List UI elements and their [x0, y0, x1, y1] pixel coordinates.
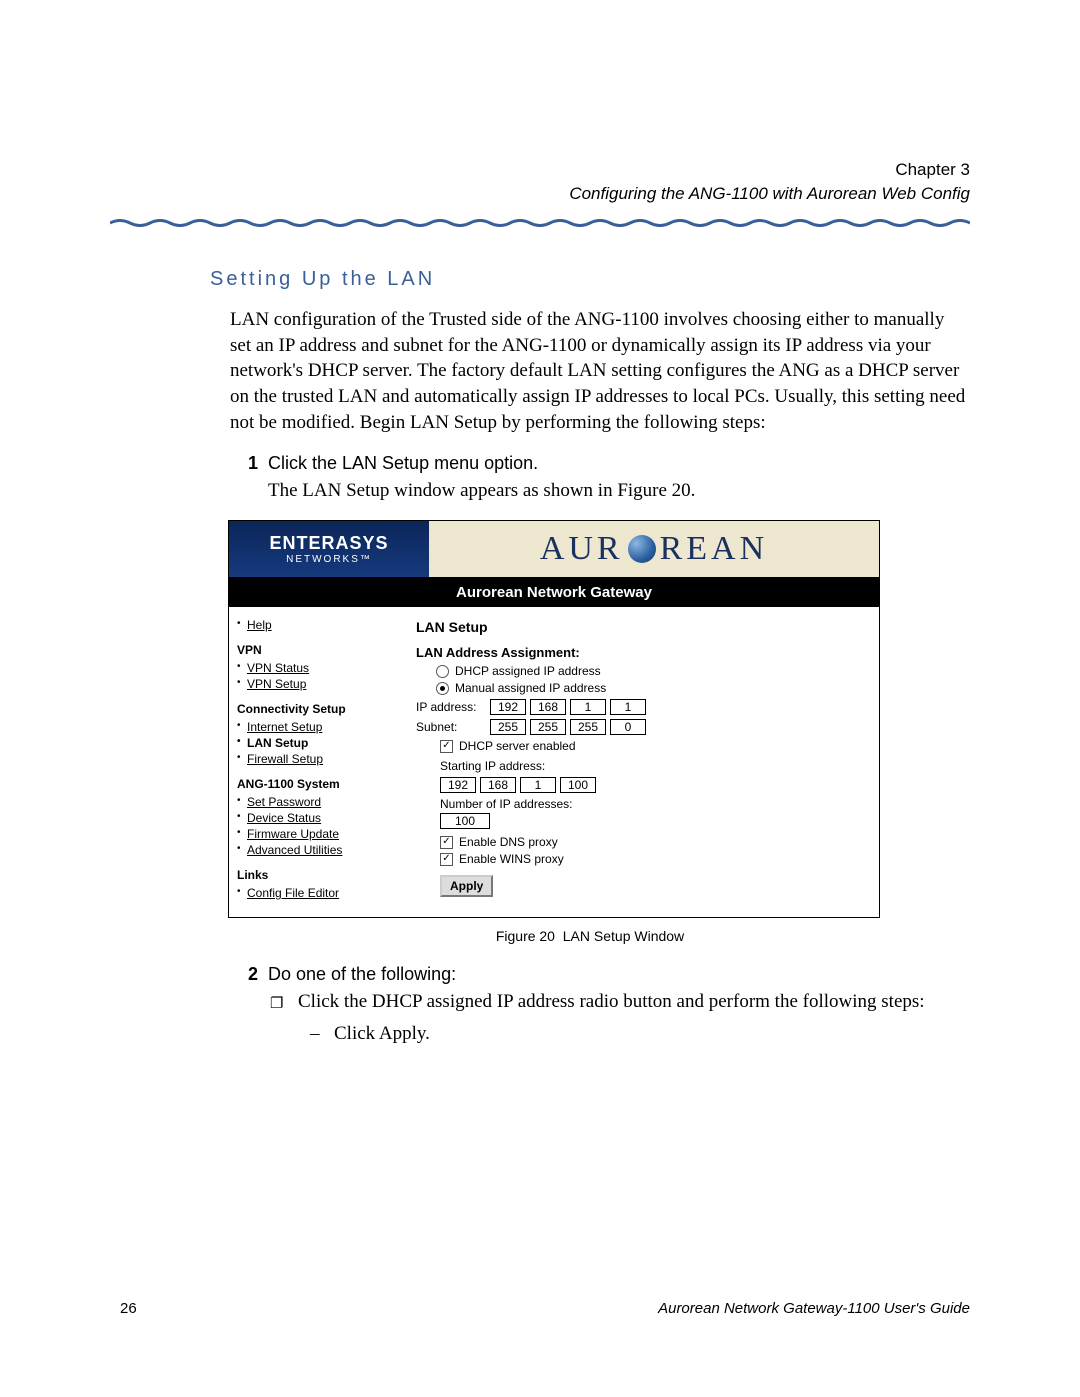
ip-address-row: IP address: [416, 699, 867, 715]
num-addr-label: Number of IP addresses: [440, 797, 867, 811]
sidebar-item-firewall-setup[interactable]: Firewall Setup [237, 751, 396, 767]
logo-bottom: NETWORKS™ [286, 554, 372, 565]
page-footer: 26 Aurorean Network Gateway-1100 User's … [120, 1300, 970, 1317]
radio-dhcp-label: DHCP assigned IP address [455, 664, 601, 678]
brand-part-a: AUR [540, 530, 624, 568]
dhcp-server-check[interactable]: DHCP server enabled [440, 739, 867, 753]
sidebar-item-device-status[interactable]: Device Status [237, 810, 396, 826]
section: Setting Up the LAN LAN configuration of … [210, 268, 970, 1045]
radio-manual-label: Manual assigned IP address [455, 681, 606, 695]
wins-proxy-label: Enable WINS proxy [459, 852, 564, 866]
subnet-octet-1[interactable] [490, 719, 526, 735]
num-addr-input[interactable] [440, 813, 490, 829]
intro-paragraph: LAN configuration of the Trusted side of… [230, 307, 970, 435]
ip-octet-2[interactable] [530, 699, 566, 715]
radio-dhcp-row[interactable]: DHCP assigned IP address [436, 664, 867, 678]
sidebar-item-help[interactable]: Help [237, 617, 396, 633]
step-2-sub1-text: Click the DHCP assigned IP address radio… [298, 991, 925, 1013]
step-1-follow: The LAN Setup window appears as shown in… [268, 480, 970, 502]
box-bullet-icon: ❐ [270, 991, 298, 1013]
sidebar-item-vpn-setup[interactable]: VPN Setup [237, 676, 396, 692]
sidebar-group-system: ANG-1100 System [237, 777, 396, 791]
start-ip-1[interactable] [440, 777, 476, 793]
banner-brand-right: AUR REAN [429, 521, 879, 577]
chapter-subtitle: Configuring the ANG-1100 with Aurorean W… [110, 184, 970, 204]
subnet-octet-3[interactable] [570, 719, 606, 735]
step-text: Do one of the following: [268, 964, 456, 985]
sidebar-item-internet-setup[interactable]: Internet Setup [237, 719, 396, 735]
radio-manual-row[interactable]: Manual assigned IP address [436, 681, 867, 695]
subnet-octet-4[interactable] [610, 719, 646, 735]
dns-proxy-label: Enable DNS proxy [459, 835, 558, 849]
ip-label: IP address: [416, 700, 490, 714]
step-2: 2 Do one of the following: [230, 964, 970, 985]
sidebar-item-config-editor[interactable]: Config File Editor [237, 885, 396, 901]
main-heading: LAN Setup [416, 619, 867, 635]
checkbox-icon [440, 853, 453, 866]
step-number: 2 [230, 964, 268, 985]
sidebar-item-lan-setup[interactable]: LAN Setup [237, 735, 396, 751]
sidebar-item-vpn-status[interactable]: VPN Status [237, 660, 396, 676]
start-ip-3[interactable] [520, 777, 556, 793]
dash-icon: – [310, 1023, 334, 1045]
step-number: 1 [230, 453, 268, 474]
apply-button[interactable]: Apply [440, 875, 493, 897]
start-ip-4[interactable] [560, 777, 596, 793]
footer-guide-name: Aurorean Network Gateway-1100 User's Gui… [658, 1300, 970, 1317]
caption-text: LAN Setup Window [563, 928, 684, 944]
starting-ip-label: Starting IP address: [440, 759, 867, 773]
dhcp-server-label: DHCP server enabled [459, 739, 576, 753]
step-text: Click the LAN Setup menu option. [268, 453, 538, 474]
logo-top: ENTERASYS [269, 533, 388, 554]
page: Chapter 3 Configuring the ANG-1100 with … [0, 0, 1080, 1397]
brand-part-b: REAN [660, 530, 769, 568]
figure-caption: Figure 20 LAN Setup Window [210, 928, 970, 944]
checkbox-icon [440, 740, 453, 753]
subnet-row: Subnet: [416, 719, 867, 735]
starting-ip-row [440, 777, 867, 793]
sidebar-item-firmware-update[interactable]: Firmware Update [237, 826, 396, 842]
sidebar: Help VPN VPN Status VPN Setup Connectivi… [229, 607, 404, 917]
step-2-sub1: ❐ Click the DHCP assigned IP address rad… [270, 991, 970, 1013]
ip-octet-4[interactable] [610, 699, 646, 715]
sidebar-group-vpn: VPN [237, 643, 396, 657]
banner: ENTERASYS NETWORKS™ AUR REAN [229, 521, 879, 578]
page-number: 26 [120, 1300, 137, 1317]
section-title: Setting Up the LAN [210, 268, 970, 291]
config-body: Help VPN VPN Status VPN Setup Connectivi… [229, 607, 879, 917]
dns-proxy-check[interactable]: Enable DNS proxy [440, 835, 867, 849]
subnet-label: Subnet: [416, 720, 490, 734]
wave-divider [110, 218, 970, 228]
radio-icon [436, 665, 449, 678]
sidebar-group-connectivity: Connectivity Setup [237, 702, 396, 716]
caption-prefix: Figure 20 [496, 928, 555, 944]
figure-screenshot: ENTERASYS NETWORKS™ AUR REAN Aurorean Ne… [228, 520, 880, 918]
banner-logo-left: ENTERASYS NETWORKS™ [229, 521, 429, 577]
lan-assignment-label: LAN Address Assignment: [416, 645, 867, 660]
subnet-octet-2[interactable] [530, 719, 566, 735]
start-ip-2[interactable] [480, 777, 516, 793]
sidebar-group-links: Links [237, 868, 396, 882]
ip-octet-1[interactable] [490, 699, 526, 715]
dash-text: Click Apply. [334, 1023, 430, 1045]
title-bar: Aurorean Network Gateway [229, 578, 879, 607]
globe-icon [628, 535, 656, 563]
radio-icon [436, 682, 449, 695]
sidebar-item-set-password[interactable]: Set Password [237, 794, 396, 810]
checkbox-icon [440, 836, 453, 849]
sidebar-item-advanced-utilities[interactable]: Advanced Utilities [237, 842, 396, 858]
main-panel: LAN Setup LAN Address Assignment: DHCP a… [404, 607, 879, 917]
chapter-label: Chapter 3 [110, 160, 970, 180]
ip-octet-3[interactable] [570, 699, 606, 715]
step-1: 1 Click the LAN Setup menu option. [230, 453, 970, 474]
step-2-sub1-dash1: – Click Apply. [310, 1023, 970, 1045]
wins-proxy-check[interactable]: Enable WINS proxy [440, 852, 867, 866]
